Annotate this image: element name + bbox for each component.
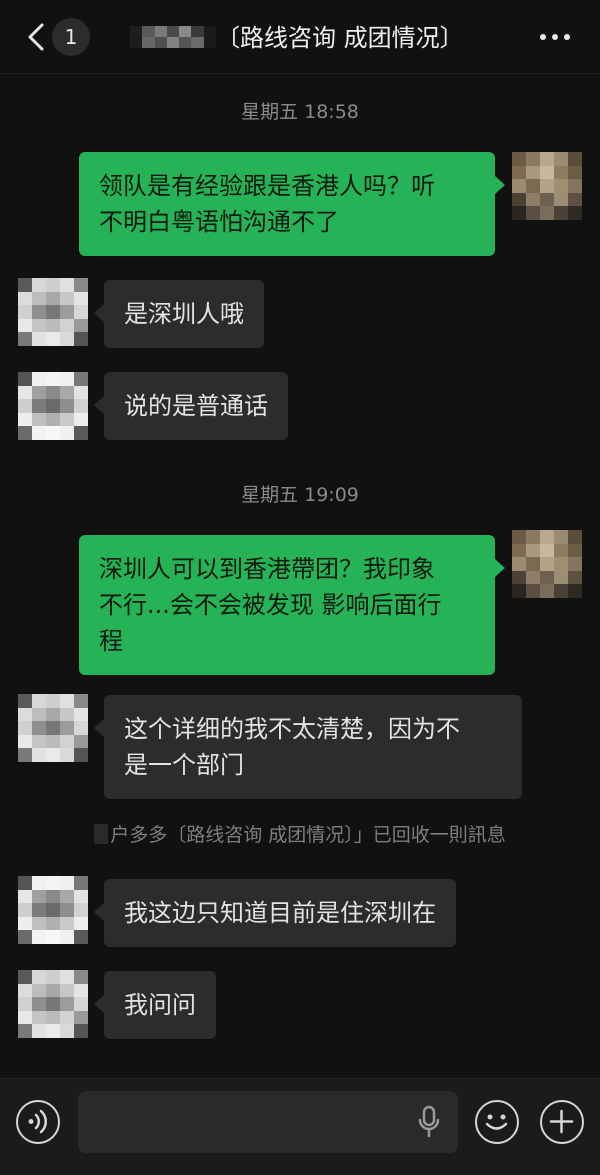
contact-avatar[interactable] [18,278,88,346]
emoji-icon [485,1114,508,1130]
voice-mode-icon [28,1109,47,1134]
more-dots-icon [540,34,546,40]
unread-count-badge: 1 [52,18,90,56]
contact-avatar[interactable] [18,694,88,762]
chat-title: 〔路线咨询 成团情况〕 [216,24,464,52]
message-bubble-outgoing[interactable]: 深圳人可以到香港帶团？我印象 不行...会不会被发现 影响后面行 程 [79,535,505,675]
input-bar [0,1078,600,1175]
recalled-message-notice: 户多多〔路线咨询 成团情况〕」已回收一則訊息 [0,820,600,847]
my-avatar[interactable] [512,152,582,220]
more-dot [564,34,570,40]
chat-header: 1 〔路线咨询 成团情况〕 [0,0,600,74]
message-bubble-incoming[interactable]: 是深圳人哦 [94,280,264,348]
recall-notice-text: 户多多〔路线咨询 成团情况〕」已回收一則訊息 [110,824,506,846]
contact-avatar[interactable] [18,372,88,440]
chat-title-area[interactable]: 〔路线咨询 成团情况〕 [130,20,530,56]
back-button[interactable]: 1 [18,16,94,58]
message-input[interactable] [78,1091,458,1153]
plus-icon [549,1109,574,1134]
emoji-button[interactable] [475,1100,519,1144]
contact-avatar[interactable] [18,876,88,944]
message-bubble-incoming[interactable]: 这个详细的我不太清楚，因为不 是一个部门 [94,695,522,799]
more-dot [552,34,558,40]
recall-name-mosaic [94,824,109,844]
title-name-mosaic [130,26,216,48]
more-options-button[interactable] [530,22,580,52]
chevron-left-icon [28,23,44,51]
voice-mode-button[interactable] [16,1100,60,1144]
contact-avatar[interactable] [18,970,88,1038]
message-bubble-outgoing[interactable]: 领队是有经验跟是香港人吗？听 不明白粤语怕沟通不了 [79,152,505,256]
message-bubble-incoming[interactable]: 说的是普通话 [94,372,288,440]
my-avatar[interactable] [512,530,582,598]
message-bubble-incoming[interactable]: 我这边只知道目前是住深圳在 [94,879,456,947]
microphone-icon[interactable] [416,1105,442,1139]
timestamp: 星期五 19:09 [241,484,359,506]
timestamp: 星期五 18:58 [241,101,359,123]
more-functions-button[interactable] [540,1100,584,1144]
message-bubble-incoming[interactable]: 我问问 [94,971,216,1039]
